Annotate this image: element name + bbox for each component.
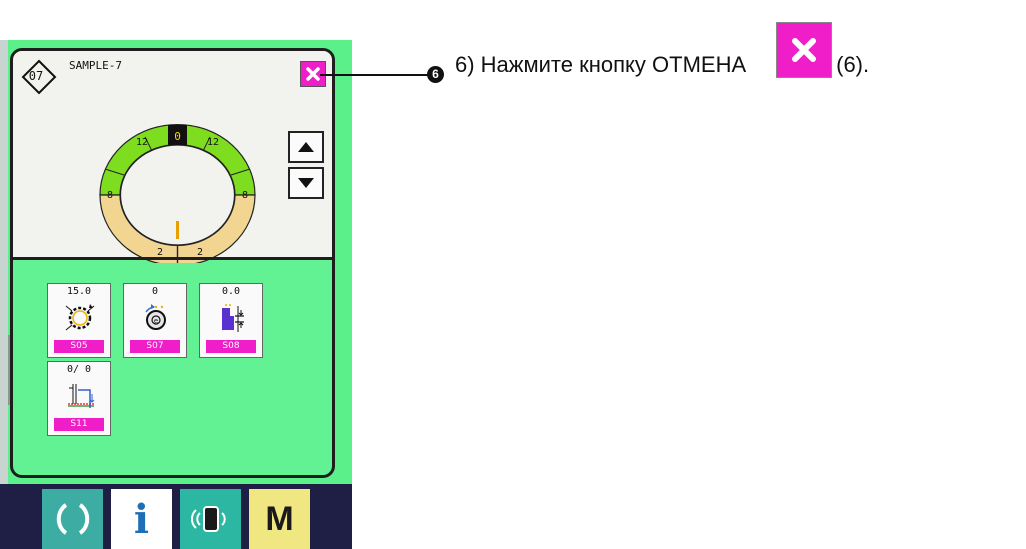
scroll-up-button[interactable] [288,131,324,163]
stitch-ring-diagram: 0 12 12 8 8 2 2 [99,123,256,263]
ring-label: 12 [136,137,148,148]
ring-top-label: 0 [174,130,181,143]
setting-code: S05 [54,340,104,353]
communication-button[interactable] [180,489,241,549]
sewing-panel: 07 SAMPLE-7 0 12 12 8 8 2 2 15.0 S05 0 e… [0,40,352,549]
pattern-number: 07 [28,69,44,83]
instruction-prefix: 6) Нажмите кнопку ОТМЕНА [455,52,747,77]
triangle-up-icon [298,142,314,152]
panel-edge [0,40,8,549]
stitch-circle-icon [65,304,95,331]
setting-button-s07[interactable]: 0 e S07 [123,283,187,358]
setting-value: 15.0 [66,286,92,297]
data-screen: 07 SAMPLE-7 0 12 12 8 8 2 2 15.0 S05 0 e… [10,48,335,478]
cycle-icon [56,503,89,535]
setting-code: S08 [206,340,256,353]
pattern-display-area: 07 SAMPLE-7 0 12 12 8 8 2 2 [13,51,332,263]
svg-text:e: e [154,317,158,325]
instruction-suffix: (6). [836,52,870,77]
cancel-button-illustration [776,22,833,78]
setting-code: S07 [130,340,180,353]
info-icon: i [133,495,150,543]
setting-value: 0.0 [221,286,241,297]
setting-button-s11[interactable]: 0/ 0 S11 [47,361,111,436]
scroll-down-button[interactable] [288,167,324,199]
thread-tension-icon [68,384,95,408]
callout-marker: 6 [427,66,444,83]
pattern-name: SAMPLE-7 [69,59,122,72]
bobbin-rotation-icon: e [145,304,166,330]
mode-icon: M [265,499,294,538]
setting-code: S11 [54,418,104,431]
setting-button-s05[interactable]: 15.0 S05 [47,283,111,358]
close-icon [306,67,320,81]
mode-button[interactable]: M [249,489,310,549]
ring-label: 8 [242,190,248,201]
ring-label: 8 [107,190,113,201]
presser-height-icon [222,304,244,332]
bottom-nav-bar: i M [0,484,352,549]
ring-label: 12 [207,137,219,148]
instruction-text: 6) Нажмите кнопку ОТМЕНА (6). [455,22,870,78]
close-icon [792,38,817,62]
info-button[interactable]: i [111,489,172,549]
ready-button[interactable] [42,489,103,549]
callout-line [320,74,432,76]
screen-divider [13,257,332,260]
triangle-down-icon [298,178,314,188]
setting-button-s08[interactable]: 0.0 S08 [199,283,263,358]
communication-icon [190,506,226,532]
setting-value: 0 [151,286,159,297]
setting-value: 0/ 0 [66,364,92,375]
